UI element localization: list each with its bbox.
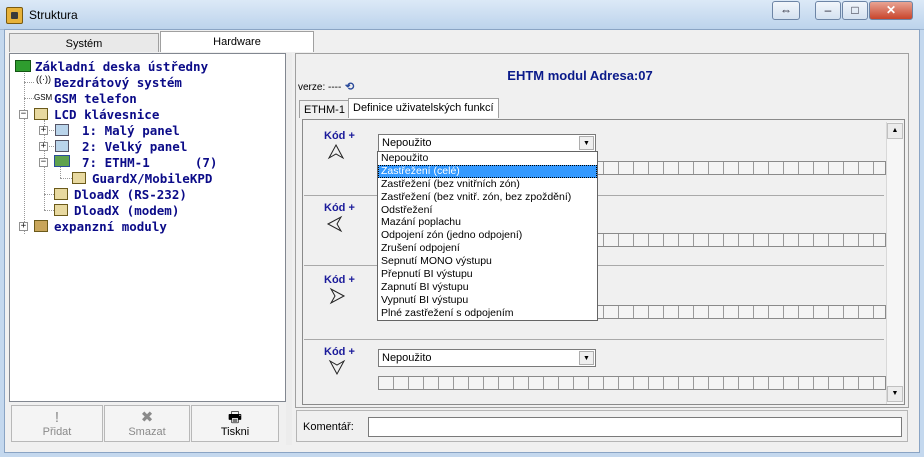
tree-item-gsm[interactable]: GSM telefon <box>54 91 137 106</box>
tab-ethm1[interactable]: ETHM-1 <box>299 100 350 118</box>
minimize-button[interactable]: – <box>815 1 841 20</box>
tree-item-lcd-keypads[interactable]: LCD klávesnice <box>54 107 159 122</box>
tree-item-expansion-modules[interactable]: expanzní moduly <box>54 219 167 234</box>
dropdown-option[interactable]: Zastřežení (bez vnitřních zón) <box>378 178 597 191</box>
delete-button[interactable]: ✖ Smazat <box>104 405 190 442</box>
tab-user-functions[interactable]: Definice uživatelských funkcí <box>348 98 499 118</box>
keypad-icon <box>34 108 48 120</box>
gsm-icon: GSM <box>34 92 53 104</box>
modules-icon <box>34 220 48 232</box>
tab-hardware[interactable]: Hardware <box>160 31 314 52</box>
code-label: Kód + <box>324 130 355 142</box>
tab-system[interactable]: Systém <box>9 33 159 52</box>
dropdown-option[interactable]: Mazání poplachu <box>378 216 597 229</box>
hardware-tree: Základní deska ústředny ((·)) Bezdrátový… <box>9 53 286 402</box>
keypad-icon <box>54 204 68 216</box>
board-icon <box>15 60 31 72</box>
dropdown-option[interactable]: Přepnutí BI výstupu <box>378 268 597 281</box>
down-arrow-icon <box>328 359 346 376</box>
tree-item-main-board[interactable]: Základní deska ústředny <box>35 59 208 74</box>
tree-item-guardx[interactable]: GuardX/MobileKPD <box>92 171 212 186</box>
code-label: Kód + <box>324 346 355 358</box>
close-button[interactable]: ✕ <box>869 1 913 20</box>
splitter[interactable] <box>286 53 292 445</box>
function-dropdown-list[interactable]: Nepoužito Zastřežení (celé) Zastřežení (… <box>377 151 598 321</box>
dropdown-option-selected[interactable]: Zastřežení (celé) <box>378 164 597 178</box>
print-button[interactable]: 🖶 Tiskni <box>191 405 279 442</box>
code-label: Kód + <box>324 202 355 214</box>
expand-icon[interactable]: + <box>39 142 48 151</box>
right-arrow-icon <box>329 287 346 305</box>
tree-item-dloadx-rs232[interactable]: DloadX (RS-232) <box>74 187 187 202</box>
left-arrow-icon <box>326 215 343 233</box>
maximize-button[interactable]: □ <box>842 1 868 20</box>
vertical-scrollbar[interactable]: ▲ ▼ <box>886 122 903 404</box>
up-arrow-icon <box>327 143 345 160</box>
tree-item-dloadx-modem[interactable]: DloadX (modem) <box>74 203 179 218</box>
code-label: Kód + <box>324 274 355 286</box>
tree-item-small-panel[interactable]: 1: Malý panel <box>82 123 180 138</box>
zone-grid[interactable] <box>378 376 886 390</box>
chevron-down-icon[interactable]: ▼ <box>579 136 594 150</box>
expand-icon[interactable]: + <box>19 222 28 231</box>
chevron-down-icon[interactable]: ▼ <box>579 351 594 365</box>
function-select-up[interactable]: Nepoužito ▼ <box>378 134 596 152</box>
dropdown-option[interactable]: Odstřežení <box>378 204 597 217</box>
scroll-down-icon[interactable]: ▼ <box>887 386 903 402</box>
panel-icon <box>55 124 69 136</box>
tree-item-large-panel[interactable]: 2: Velký panel <box>82 139 187 154</box>
dropdown-option[interactable]: Sepnutí MONO výstupu <box>378 255 597 268</box>
dropdown-option[interactable]: Plné zastřežení s odpojením <box>378 307 597 320</box>
expand-icon[interactable]: + <box>39 126 48 135</box>
scroll-up-icon[interactable]: ▲ <box>887 123 903 139</box>
keypad-icon <box>54 188 68 200</box>
dropdown-option[interactable]: Odpojení zón (jedno odpojení) <box>378 229 597 242</box>
network-icon <box>54 155 70 167</box>
printer-icon: 🖶 <box>227 409 243 426</box>
keypad-icon <box>72 172 86 184</box>
function-select-down[interactable]: Nepoužito ▼ <box>378 349 596 367</box>
dropdown-option[interactable]: Vypnutí BI výstupu <box>378 294 597 307</box>
version-label: verze: ---- <box>298 82 342 93</box>
restore-size-button[interactable]: ⇔ <box>772 1 800 20</box>
dropdown-option[interactable]: Nepoužito <box>378 152 597 165</box>
module-header: EHTM modul Adresa:07 <box>507 68 653 83</box>
delete-icon: ✖ <box>140 409 154 426</box>
window-title: Struktura <box>29 8 78 22</box>
dropdown-option[interactable]: Zrušení odpojení <box>378 242 597 255</box>
collapse-icon[interactable]: − <box>39 158 48 167</box>
add-button[interactable]: ! Přidat <box>11 405 103 442</box>
comment-label: Komentář: <box>303 421 354 433</box>
refresh-icon[interactable]: ⟲ <box>345 80 354 93</box>
wireless-icon: ((·)) <box>36 74 51 86</box>
tree-item-ethm1[interactable]: 7: ETHM-1 (7) <box>82 155 217 170</box>
app-icon <box>6 7 23 24</box>
dropdown-option[interactable]: Zastřežení (bez vnitř. zón, bez zpoždění… <box>378 191 597 204</box>
tree-item-wireless[interactable]: Bezdrátový systém <box>54 75 182 90</box>
comment-input[interactable] <box>368 417 902 437</box>
collapse-icon[interactable]: − <box>19 110 28 119</box>
add-icon: ! <box>54 409 60 426</box>
dropdown-option[interactable]: Zapnutí BI výstupu <box>378 281 597 294</box>
panel-icon <box>55 140 69 152</box>
